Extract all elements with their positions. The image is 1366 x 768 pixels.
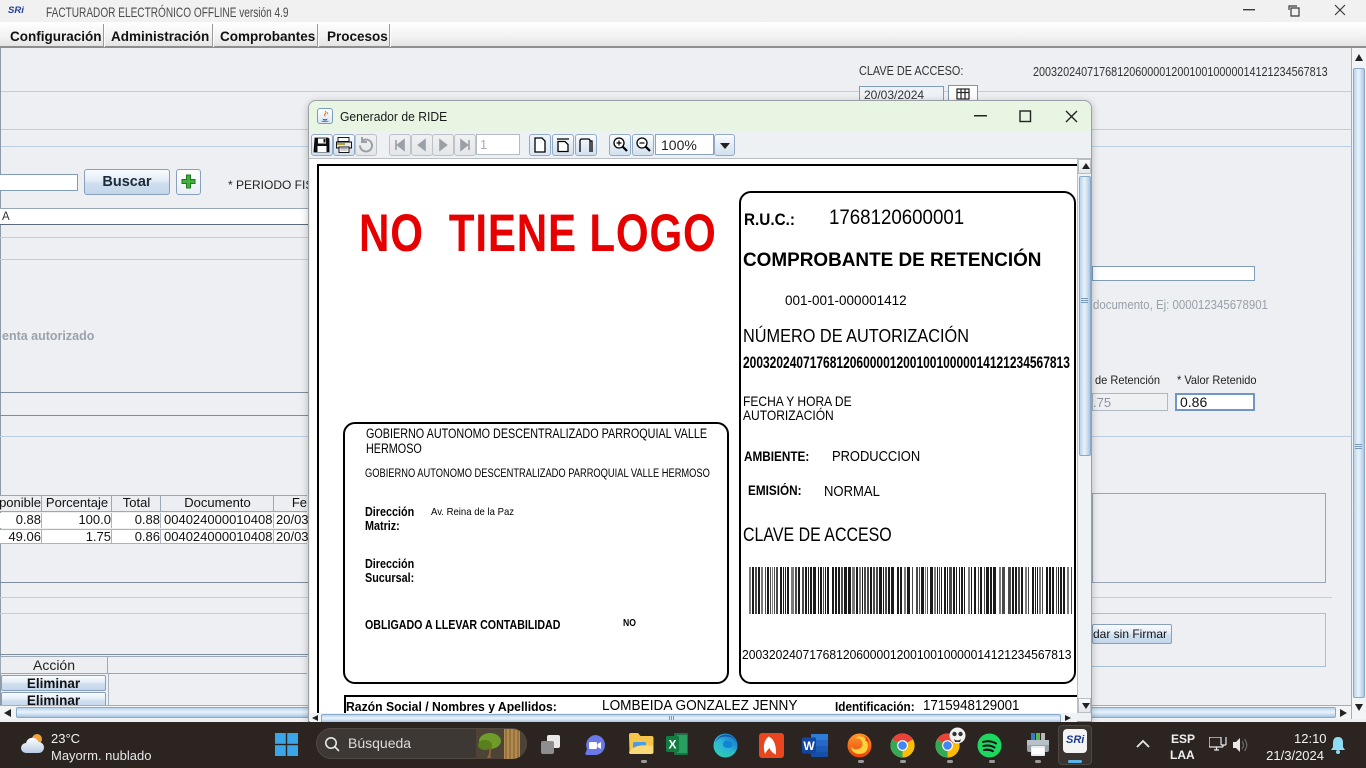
svg-text:W: W: [803, 739, 815, 753]
svg-text:X: X: [668, 738, 676, 752]
